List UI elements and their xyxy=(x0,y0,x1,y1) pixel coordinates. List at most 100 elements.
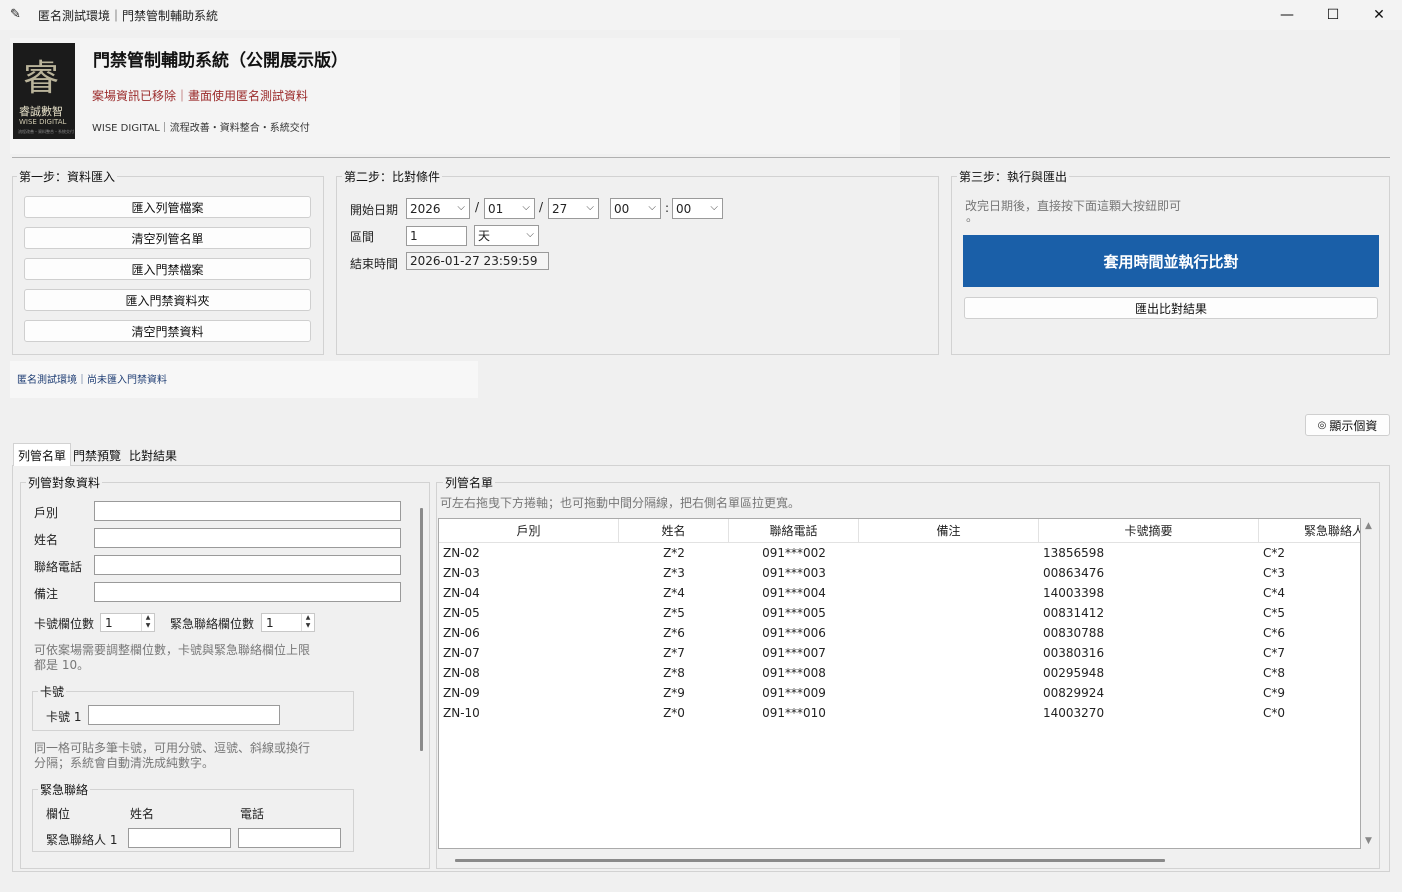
date-separator: / xyxy=(475,200,480,214)
run-comparison-button[interactable]: 套用時間並執行比對 xyxy=(963,235,1379,287)
title-bar: ✎ 匿名測試環境｜門禁管制輔助系統 — ☐ ✕ xyxy=(0,0,1402,30)
chevron-down-icon: ⌵ xyxy=(586,202,594,213)
table-cell: ZN-04 xyxy=(443,586,480,600)
export-results-button[interactable]: 匯出比對結果 xyxy=(964,297,1378,319)
watchlist-table: 戶別 姓名 聯絡電話 備注 卡號摘要 緊急聯絡人 ZN-02 Z*2 091***0… xyxy=(438,518,1361,849)
minute-select[interactable]: 00 ⌵ xyxy=(672,198,723,219)
scroll-up-icon[interactable]: ▲ xyxy=(1365,521,1372,531)
form-scrollbar[interactable] xyxy=(420,508,423,751)
table-cell: Z*6 xyxy=(663,626,685,640)
import-access-file-button[interactable]: 匯入門禁檔案 xyxy=(24,258,311,280)
emergency-1-phone-input[interactable] xyxy=(238,828,341,848)
card-1-input[interactable] xyxy=(88,705,280,725)
table-cell: ZN-07 xyxy=(443,646,480,660)
horizontal-scrollbar[interactable] xyxy=(455,859,1165,862)
table-cell: ZN-03 xyxy=(443,566,480,580)
table-cell xyxy=(859,583,1039,603)
table-cell: C*9 xyxy=(1263,686,1286,700)
table-cell: 00831412 xyxy=(1043,606,1105,620)
table-cell: 091***006 xyxy=(762,626,826,640)
interval-unit-select[interactable]: 天 ⌵ xyxy=(474,225,539,246)
table-cell: ZN-02 xyxy=(443,546,480,560)
step2-label: 第二步：比對條件 xyxy=(342,168,443,185)
import-access-folder-button[interactable]: 匯入門禁資料夾 xyxy=(24,289,311,311)
table-cell: 091***008 xyxy=(762,666,826,680)
spin-arrows-icon[interactable]: ▲ ▼ xyxy=(301,614,314,631)
table-cell: ZN-05 xyxy=(443,606,480,620)
tab-results[interactable]: 比對結果 xyxy=(125,445,181,465)
chevron-down-icon: ⌵ xyxy=(522,202,530,213)
table-cell: 00863476 xyxy=(1043,566,1105,580)
phone-input[interactable] xyxy=(94,555,401,575)
target-form-label: 列管對象資料 xyxy=(26,474,103,491)
table-cell: 091***002 xyxy=(762,546,826,560)
emergency-header-field: 欄位 xyxy=(46,807,71,821)
table-cell: 00829924 xyxy=(1043,686,1105,700)
spin-arrows-icon[interactable]: ▲ ▼ xyxy=(141,614,154,631)
close-button[interactable]: ✕ xyxy=(1356,0,1402,30)
tab-watchlist[interactable]: 列管名單 xyxy=(13,443,72,466)
month-select[interactable]: 01 ⌵ xyxy=(484,198,535,219)
hour-select[interactable]: 00 ⌵ xyxy=(610,198,661,219)
clear-watchlist-button[interactable]: 清空列管名單 xyxy=(24,227,311,249)
emergency-count-label: 緊急聯絡欄位數 xyxy=(170,617,255,631)
table-cell: C*6 xyxy=(1263,626,1286,640)
table-cell: 00295948 xyxy=(1043,666,1105,680)
table-cell: ZN-10 xyxy=(443,706,480,720)
company-logo: 睿 睿誠數智 WISE DIGITAL 流程改善・資料整合・系統交付 xyxy=(13,43,75,139)
table-cell xyxy=(859,543,1039,563)
table-cell: C*8 xyxy=(1263,666,1286,680)
chevron-down-icon: ⌵ xyxy=(710,202,718,213)
table-cell: Z*5 xyxy=(663,606,685,620)
window-title: 匿名測試環境｜門禁管制輔助系統 xyxy=(38,9,219,23)
scroll-down-icon[interactable]: ▼ xyxy=(1365,836,1372,846)
time-separator: : xyxy=(665,201,670,215)
table-cell: C*4 xyxy=(1263,586,1286,600)
step3-hint-dot: 。 xyxy=(966,210,979,224)
step3-label: 第三步：執行與匯出 xyxy=(957,168,1070,185)
table-cell: C*7 xyxy=(1263,646,1286,660)
column-header[interactable]: 戶別 xyxy=(439,519,619,543)
table-cell: 14003270 xyxy=(1043,706,1105,720)
table-cell: Z*2 xyxy=(663,546,685,560)
emergency-count-spinbox[interactable]: 1 ▲ ▼ xyxy=(261,613,315,632)
name-label: 姓名 xyxy=(34,533,59,547)
interval-input[interactable]: 1 xyxy=(406,226,467,246)
maximize-button[interactable]: ☐ xyxy=(1310,0,1356,30)
show-personal-data-button[interactable]: ◎ 顯示個資 xyxy=(1305,414,1390,436)
company-tagline: WISE DIGITAL｜流程改善・資料整合・系統交付 xyxy=(92,123,310,134)
app-title: 門禁管制輔助系統（公開展示版） xyxy=(93,51,348,71)
table-cell: 091***010 xyxy=(762,706,826,720)
step3-hint: 改完日期後，直接按下面這顆大按鈕即可 xyxy=(965,199,1182,213)
minimize-button[interactable]: — xyxy=(1264,0,1310,30)
column-header[interactable]: 緊急聯絡人 xyxy=(1259,519,1360,543)
chevron-down-icon: ⌵ xyxy=(648,202,656,213)
clear-access-data-button[interactable]: 清空門禁資料 xyxy=(24,320,311,342)
emergency-group-label: 緊急聯絡 xyxy=(38,781,91,798)
emergency-1-label: 緊急聯絡人 1 xyxy=(46,833,118,847)
table-cell: C*5 xyxy=(1263,606,1286,620)
card-1-label: 卡號 1 xyxy=(46,710,82,724)
column-header[interactable]: 備注 xyxy=(859,519,1039,543)
table-cell: C*3 xyxy=(1263,566,1286,580)
household-input[interactable] xyxy=(94,501,401,521)
card-count-spinbox[interactable]: 1 ▲ ▼ xyxy=(100,613,155,632)
minimize-icon: — xyxy=(1280,7,1294,23)
table-cell xyxy=(859,563,1039,583)
table-cell: Z*4 xyxy=(663,586,685,600)
tab-access-preview[interactable]: 門禁預覽 xyxy=(69,445,125,465)
table-cell: 091***003 xyxy=(762,566,826,580)
table-cell: 13856598 xyxy=(1043,546,1105,560)
name-input[interactable] xyxy=(94,528,401,548)
table-cell: Z*9 xyxy=(663,686,685,700)
column-header[interactable]: 姓名 xyxy=(619,519,729,543)
emergency-1-name-input[interactable] xyxy=(128,828,231,848)
note-input[interactable] xyxy=(94,582,401,602)
import-watchlist-button[interactable]: 匯入列管檔案 xyxy=(24,196,311,218)
column-header[interactable]: 聯絡電話 xyxy=(729,519,859,543)
column-header[interactable]: 卡號摘要 xyxy=(1039,519,1259,543)
table-cell: 14003398 xyxy=(1043,586,1105,600)
year-select[interactable]: 2026 ⌵ xyxy=(406,198,470,219)
day-select[interactable]: 27 ⌵ xyxy=(548,198,599,219)
eye-icon: ◎ xyxy=(1317,419,1327,431)
